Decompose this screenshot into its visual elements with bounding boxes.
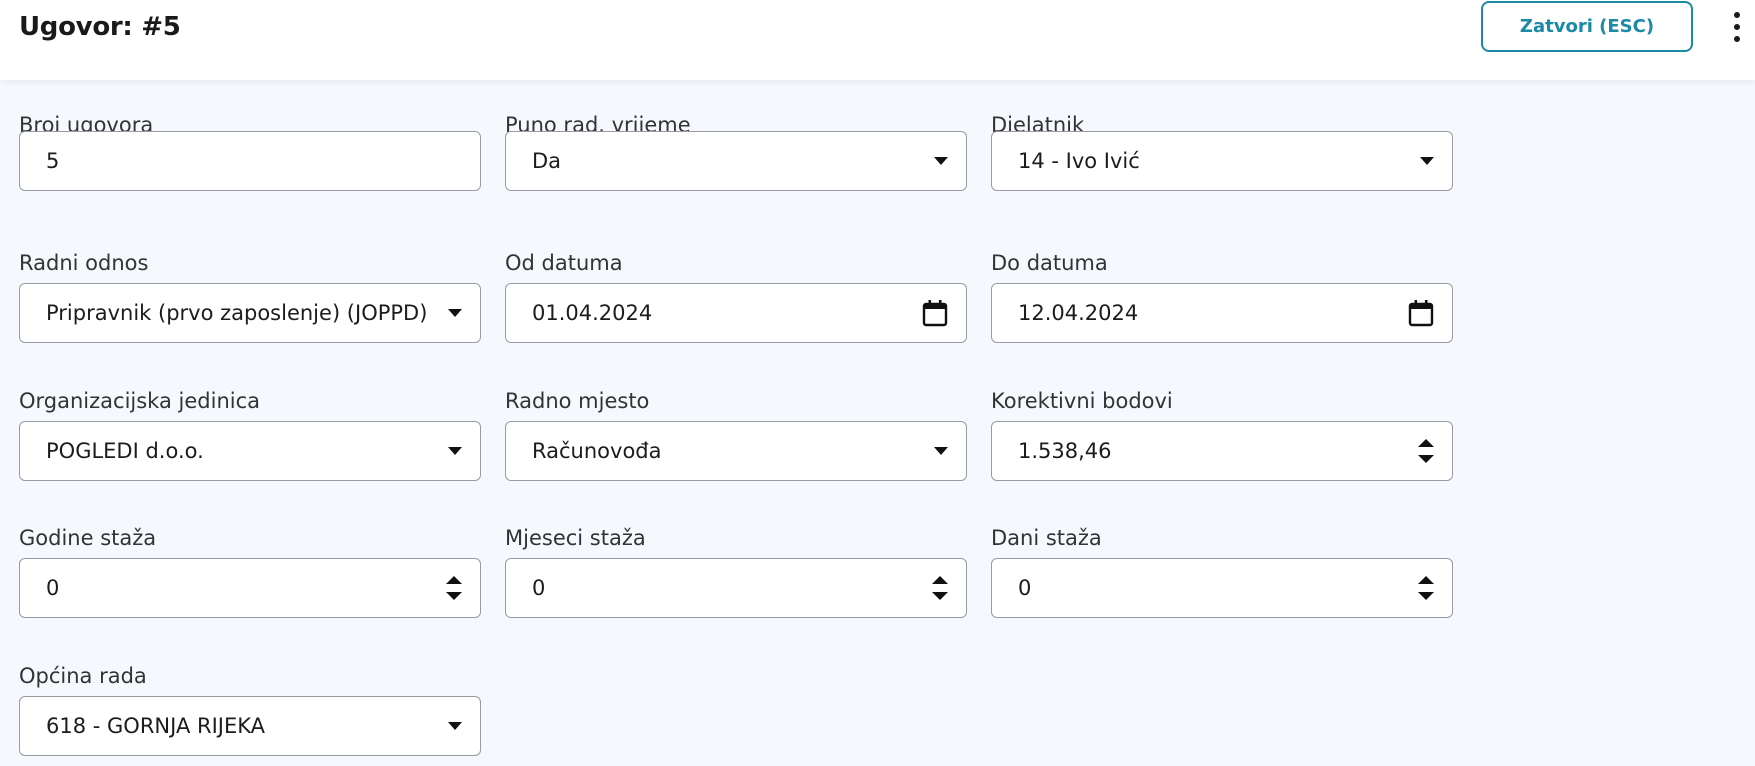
od-datuma-input[interactable]: 01.04.2024 (505, 283, 967, 343)
mjeseci-staza-input[interactable]: 0 (505, 558, 967, 618)
field-value: Računovođa (532, 439, 662, 463)
field-do-datuma: Do datuma 12.04.2024 (991, 251, 1453, 343)
spinner-icon[interactable] (446, 576, 462, 600)
godine-staza-input[interactable]: 0 (19, 558, 481, 618)
field-broj-ugovora: Broj ugovora 5 (19, 113, 481, 191)
more-vertical-icon[interactable] (1729, 12, 1745, 42)
puno-radno-vrijeme-select[interactable]: Da (505, 131, 967, 191)
field-label: Mjeseci staža (505, 526, 646, 550)
broj-ugovora-input[interactable]: 5 (19, 131, 481, 191)
radni-odnos-select[interactable]: Pripravnik (prvo zaposlenje) (JOPPD) (19, 283, 481, 343)
field-organizacijska-jedinica: Organizacijska jedinica POGLEDI d.o.o. (19, 389, 481, 481)
field-mjeseci-staza: Mjeseci staža 0 (505, 526, 967, 618)
top-bar: Ugovor: #5 Zatvori (ESC) (0, 0, 1755, 80)
chevron-down-icon (934, 157, 948, 165)
chevron-down-icon (448, 447, 462, 455)
field-label: Općina rada (19, 664, 147, 688)
field-dani-staza: Dani staža 0 (991, 526, 1453, 618)
field-radni-odnos: Radni odnos Pripravnik (prvo zaposlenje)… (19, 251, 481, 343)
field-od-datuma: Od datuma 01.04.2024 (505, 251, 967, 343)
opcina-rada-select[interactable]: 618 - GORNJA RIJEKA (19, 696, 481, 756)
field-value: 5 (46, 149, 60, 173)
field-value: 0 (46, 576, 60, 600)
calendar-icon[interactable] (1408, 299, 1434, 327)
field-label: Od datuma (505, 251, 623, 275)
field-value: 14 - Ivo Ivić (1018, 149, 1140, 173)
field-label: Korektivni bodovi (991, 389, 1173, 413)
field-label: Radno mjesto (505, 389, 650, 413)
field-label: Godine staža (19, 526, 157, 550)
field-godine-staza: Godine staža 0 (19, 526, 481, 618)
field-value: 01.04.2024 (532, 301, 653, 325)
field-value: Da (532, 149, 562, 173)
chevron-down-icon (934, 447, 948, 455)
spinner-icon[interactable] (1418, 576, 1434, 600)
field-opcina-rada: Općina rada 618 - GORNJA RIJEKA (19, 664, 481, 756)
field-label: Radni odnos (19, 251, 149, 275)
spinner-icon[interactable] (1418, 439, 1434, 463)
field-value: 0 (1018, 576, 1032, 600)
field-label: Do datuma (991, 251, 1108, 275)
field-value: Pripravnik (prvo zaposlenje) (JOPPD) (46, 301, 428, 325)
field-radno-mjesto: Radno mjesto Računovođa (505, 389, 967, 481)
radno-mjesto-select[interactable]: Računovođa (505, 421, 967, 481)
korektivni-bodovi-input[interactable]: 1.538,46 (991, 421, 1453, 481)
page-title: Ugovor: #5 (19, 12, 181, 42)
calendar-icon[interactable] (922, 299, 948, 327)
field-value: 618 - GORNJA RIJEKA (46, 714, 265, 738)
field-value: 12.04.2024 (1018, 301, 1139, 325)
field-value: 0 (532, 576, 546, 600)
field-value: POGLEDI d.o.o. (46, 439, 204, 463)
chevron-down-icon (448, 309, 462, 317)
close-button[interactable]: Zatvori (ESC) (1481, 1, 1693, 52)
field-value: 1.538,46 (1018, 439, 1112, 463)
chevron-down-icon (448, 722, 462, 730)
djelatnik-select[interactable]: 14 - Ivo Ivić (991, 131, 1453, 191)
spinner-icon[interactable] (932, 576, 948, 600)
organizacijska-jedinica-select[interactable]: POGLEDI d.o.o. (19, 421, 481, 481)
field-korektivni-bodovi: Korektivni bodovi 1.538,46 (991, 389, 1453, 481)
chevron-down-icon (1420, 157, 1434, 165)
field-djelatnik: Djelatnik 14 - Ivo Ivić (991, 113, 1453, 191)
field-label: Dani staža (991, 526, 1102, 550)
do-datuma-input[interactable]: 12.04.2024 (991, 283, 1453, 343)
field-label: Organizacijska jedinica (19, 389, 260, 413)
field-puno-radno-vrijeme: Puno rad. vrijeme Da (505, 113, 967, 191)
dani-staza-input[interactable]: 0 (991, 558, 1453, 618)
